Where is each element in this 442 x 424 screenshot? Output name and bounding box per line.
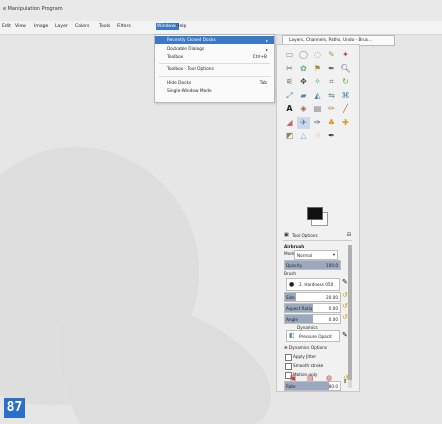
smooth-stroke-checkbox[interactable]	[285, 363, 292, 370]
eraser-icon[interactable]: ◢	[283, 117, 296, 130]
menu-bar: Edit View Image Layer Colors Tools Filte…	[0, 21, 442, 35]
paths-icon[interactable]: ⚑	[311, 63, 324, 76]
bucket-fill-icon[interactable]: ◈	[297, 103, 310, 116]
chevron-down-icon: ▾	[332, 252, 335, 257]
reset-options-icon[interactable]: ↺	[343, 374, 349, 382]
scale-icon[interactable]: ⤢	[283, 90, 296, 103]
tool-options-icon: ▣	[284, 232, 289, 238]
panel-menu-icon[interactable]: ⊟	[347, 232, 351, 238]
cage-icon[interactable]: ⌘	[339, 90, 352, 103]
menu-filters[interactable]: Filters	[117, 24, 131, 29]
brush-preview-icon: ●	[289, 281, 295, 288]
move-icon[interactable]: ✥	[297, 76, 310, 89]
menu-item-single-window-mode[interactable]: Single-Window Mode	[155, 87, 274, 95]
perspective-icon[interactable]: ◭	[311, 90, 324, 103]
edit-brush-icon[interactable]: ✎	[342, 278, 348, 286]
menu-separator	[159, 63, 270, 64]
menu-layer[interactable]: Layer	[55, 24, 68, 29]
submenu-arrow-icon: ▸	[265, 46, 268, 52]
blur-icon[interactable]: △	[297, 130, 310, 143]
apply-jitter-checkbox[interactable]	[285, 354, 292, 361]
color-select-icon[interactable]: ✦	[339, 49, 352, 62]
clone-icon[interactable]: ♣	[325, 117, 338, 130]
smooth-stroke-label: Smooth stroke	[293, 363, 324, 368]
window-title: e Manipulation Program	[3, 6, 63, 12]
tool-options-scrollbar[interactable]	[348, 245, 352, 388]
perspective-clone-icon[interactable]: ◩	[283, 130, 296, 143]
smudge-icon[interactable]: ☝	[311, 130, 324, 143]
reset-aspect-icon[interactable]: ↺	[342, 302, 348, 310]
edit-dynamics-icon[interactable]: ✎	[342, 331, 348, 339]
color-picker-icon[interactable]: ✒	[325, 63, 338, 76]
dynamics-options-expander[interactable]: ⊕ Dynamics Options	[284, 345, 327, 350]
menu-image[interactable]: Image	[34, 24, 48, 29]
restore-preset-icon[interactable]: ▤	[307, 374, 314, 382]
reset-angle-icon[interactable]: ↺	[342, 313, 348, 321]
blend-icon[interactable]: ▤	[311, 103, 324, 116]
ellipse-select-icon[interactable]: ◯	[297, 49, 310, 62]
brush-label: Brush	[284, 271, 297, 276]
page-badge: 87	[4, 398, 25, 418]
brush-select[interactable]: ● 2. Hardness 050	[286, 278, 340, 291]
tool-name: Airbrush	[284, 244, 305, 249]
size-slider[interactable]: Size 20.00	[284, 292, 341, 302]
scissors-icon[interactable]: ✂	[283, 63, 296, 76]
dynamics-select[interactable]: ◧ Pressure Opacit	[286, 330, 340, 342]
reset-size-icon[interactable]: ↺	[342, 291, 348, 299]
shear-icon[interactable]: ▰	[297, 90, 310, 103]
menu-view[interactable]: View	[15, 24, 26, 29]
menu-item-recently-closed-docks[interactable]: Recently Closed Docks ▸	[155, 36, 274, 44]
submenu-item-dock[interactable]: Layers, Channels, Paths, Undo - Brus...	[289, 38, 372, 43]
fuzzy-select-icon[interactable]: ✎	[325, 49, 338, 62]
aspect-ratio-slider[interactable]: Aspect Ratio 0.00	[284, 303, 341, 313]
menu-item-dockable-dialogs[interactable]: Dockable Dialogs ▸	[155, 45, 274, 53]
submenu-arrow-icon: ▸	[265, 37, 268, 43]
crop-icon[interactable]: ⌗	[325, 76, 338, 89]
save-preset-icon[interactable]: ▣	[290, 374, 297, 382]
foreground-color-swatch[interactable]	[307, 207, 323, 220]
rect-select-icon[interactable]: ▭	[283, 49, 296, 62]
align-icon[interactable]: ✧	[311, 76, 324, 89]
menu-item-toolbox-tool-options[interactable]: Toolbox - Tool Options	[155, 65, 274, 73]
menu-edit[interactable]: Edit	[2, 24, 11, 29]
menu-tools[interactable]: Tools	[99, 24, 110, 29]
menu-item-hide-docks[interactable]: Hide Docks Tab	[155, 79, 274, 87]
dynamics-icon: ◧	[289, 332, 295, 339]
rotate-icon[interactable]: ↻	[339, 76, 352, 89]
toolbox-panel: ▭ ◯ ◌ ✎ ✦ ✂ ✿ ⚑ ✒ 🔍︎ ⚟ ✥ ✧ ⌗ ↻ ⤢ ▰ ◭ ⇋ ⌘…	[276, 44, 360, 392]
flip-icon[interactable]: ⇋	[325, 90, 338, 103]
tool-grid: ▭ ◯ ◌ ✎ ✦ ✂ ✿ ⚑ ✒ 🔍︎ ⚟ ✥ ✧ ⌗ ↻ ⤢ ▰ ◭ ⇋ ⌘…	[283, 49, 352, 143]
dodge-icon[interactable]: ✒	[325, 130, 338, 143]
tool-options-bottom-bar: ▣ ▤ ◍ ↺	[276, 372, 358, 384]
paintbrush-icon[interactable]: ╱	[339, 103, 352, 116]
delete-preset-icon[interactable]: ◍	[326, 374, 332, 382]
menu-help[interactable]: Help	[176, 24, 186, 29]
menu-item-toolbox[interactable]: Toolbox Ctrl+B	[155, 53, 274, 61]
mode-select[interactable]: Normal ▾	[294, 250, 338, 260]
apply-jitter-label: Apply Jitter	[293, 354, 317, 359]
ink-icon[interactable]: ✑	[311, 117, 324, 130]
zoom-icon[interactable]: 🔍︎	[339, 63, 352, 76]
foreground-select-icon[interactable]: ✿	[297, 63, 310, 76]
free-select-icon[interactable]: ◌	[311, 49, 324, 62]
tool-options-tab[interactable]: ▣ Tool Options ⊟	[283, 231, 352, 241]
opacity-slider[interactable]: Opacity 100.0	[284, 260, 341, 270]
menu-separator	[159, 76, 270, 77]
measure-icon[interactable]: ⚟	[283, 76, 296, 89]
menu-colors[interactable]: Colors	[75, 24, 89, 29]
angle-slider[interactable]: Angle 0.00	[284, 314, 341, 324]
airbrush-icon[interactable]: ✈	[297, 116, 310, 129]
scrollbar-thumb[interactable]	[348, 245, 352, 380]
pencil-icon[interactable]: ✏	[325, 103, 338, 116]
windows-menu-dropdown: Recently Closed Docks ▸ Dockable Dialogs ▸…	[154, 34, 275, 103]
heal-icon[interactable]: ✚	[339, 117, 352, 130]
text-icon[interactable]: A	[283, 103, 296, 116]
